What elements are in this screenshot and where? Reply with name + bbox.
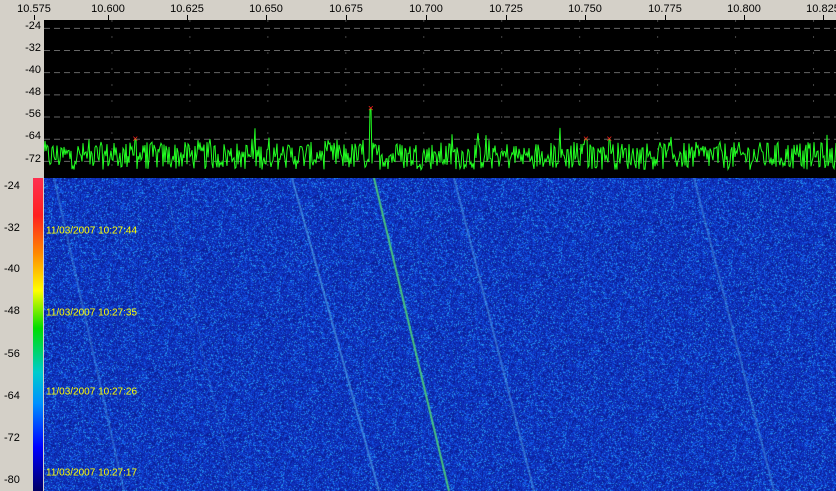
frequency-scale: 10.575 10.600 10.625 10.650 10.675 10.700 10.7… <box>0 0 836 20</box>
frequency-tick-label: 10.650 <box>249 3 283 15</box>
color-scale-tick-label: -24 <box>4 180 20 192</box>
color-scale-tick-label: -56 <box>4 348 20 360</box>
color-scale-tick-label: -72 <box>4 432 20 444</box>
peak-marker[interactable]: × <box>368 104 374 115</box>
frequency-tick-label: 10.725 <box>489 3 523 15</box>
amplitude-tick-label: -40 <box>25 64 41 76</box>
frequency-tick-label: 10.575 <box>17 3 51 15</box>
waterfall-canvas <box>44 178 836 491</box>
frequency-tick-label: 10.600 <box>91 3 125 15</box>
frequency-tick-label: 10.700 <box>409 3 443 15</box>
spectrum-display[interactable]: × × × × <box>43 20 836 178</box>
frequency-tick-label: 10.775 <box>648 3 682 15</box>
color-scale-tick-label: -80 <box>4 474 20 486</box>
frequency-tick-label: 10.825 <box>806 3 836 15</box>
timestamp-label: 11/03/2007 10:27:17 <box>46 467 138 479</box>
amplitude-tick-label: -24 <box>25 20 41 32</box>
peak-marker[interactable]: × <box>132 134 138 145</box>
waterfall-color-scale: -24 -32 -40 -48 -56 -64 -72 -80 <box>0 178 44 491</box>
waterfall-display[interactable]: 11/03/2007 10:27:44 11/03/2007 10:27:35 … <box>44 178 836 491</box>
frequency-tick-label: 10.625 <box>170 3 204 15</box>
timestamp-label: 11/03/2007 10:27:35 <box>46 307 138 319</box>
peak-marker[interactable]: × <box>583 134 589 145</box>
timestamp-label: 11/03/2007 10:27:44 <box>46 225 138 237</box>
peak-marker[interactable]: × <box>606 134 612 145</box>
frequency-tick-label: 10.800 <box>727 3 761 15</box>
amplitude-tick-label: -32 <box>25 42 41 54</box>
color-scale-tick-label: -64 <box>4 390 20 402</box>
color-scale-tick-label: -32 <box>4 222 20 234</box>
frequency-tick-label: 10.675 <box>329 3 363 15</box>
spectrum-waterfall-window: 10.575 10.600 10.625 10.650 10.675 10.700 10.7… <box>0 0 836 491</box>
amplitude-tick-label: -56 <box>25 108 41 120</box>
spectrum-plot: × × × × <box>43 20 836 178</box>
amplitude-scale: -24 -32 -40 -48 -56 -64 -72 <box>0 20 44 178</box>
amplitude-tick-label: -72 <box>25 153 41 165</box>
color-scale-tick-label: -48 <box>4 305 20 317</box>
timestamp-label: 11/03/2007 10:27:26 <box>46 386 138 398</box>
color-scale-tick-label: -40 <box>4 263 20 275</box>
color-gradient-bar <box>33 178 43 491</box>
amplitude-tick-label: -48 <box>25 86 41 98</box>
amplitude-tick-label: -64 <box>25 130 41 142</box>
frequency-tick-label: 10.750 <box>568 3 602 15</box>
